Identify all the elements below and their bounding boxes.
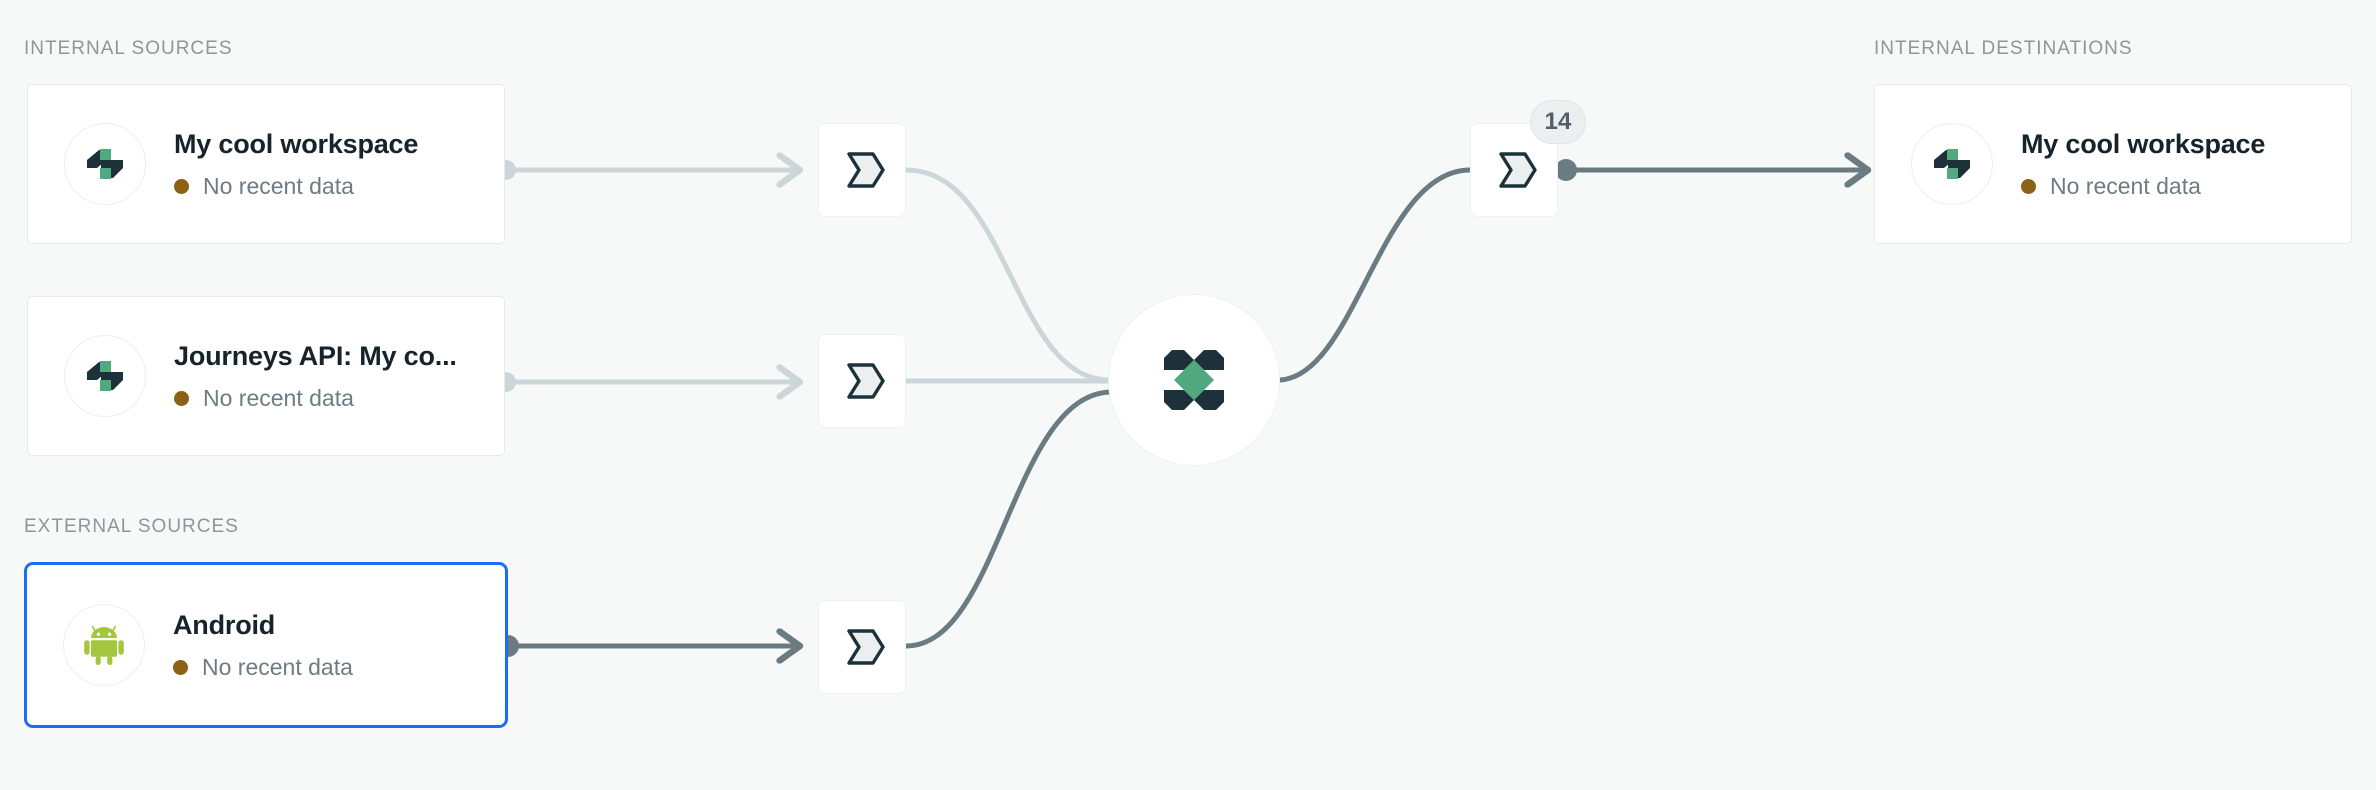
card-title: Journeys API: My co... [174,340,457,371]
hub-x-icon [1164,350,1224,410]
transform-node-bottom[interactable] [818,600,906,694]
card-text: My cool workspace No recent data [174,128,418,201]
section-label-external-sources: EXTERNAL SOURCES [24,516,239,537]
avatar [64,335,146,417]
status-dot [173,660,188,676]
card-text: Android No recent data [173,609,353,682]
status-dot [174,179,189,195]
workspace-logo-icon [87,361,123,391]
status-text: No recent data [202,654,353,681]
card-title: My cool workspace [2021,128,2266,159]
source-card-android[interactable]: Android No recent data [24,562,508,728]
status-text: No recent data [203,385,354,412]
section-label-internal-sources: INTERNAL SOURCES [24,38,233,59]
sigma-icon [847,629,885,665]
sigma-icon [847,363,885,399]
flow-canvas[interactable]: INTERNAL SOURCES EXTERNAL SOURCES INTERN… [0,0,2376,790]
destination-card-my-cool-workspace[interactable]: My cool workspace No recent data [1874,84,2352,244]
sigma-icon [847,152,885,188]
workspace-logo-icon [87,149,123,179]
status-text: No recent data [2050,173,2201,200]
avatar [64,123,146,205]
status-text: No recent data [203,173,354,200]
status-dot [2021,179,2036,195]
source-card-journeys-api[interactable]: Journeys API: My co... No recent data [27,296,505,456]
android-robot-icon [84,625,124,665]
card-status: No recent data [173,654,353,681]
status-dot [174,391,189,407]
avatar [1911,123,1993,205]
edge-transform-bottom-to-hub [903,389,1115,649]
card-text: My cool workspace No recent data [2021,128,2265,201]
sigma-icon [1499,152,1537,188]
transform-output-count-badge[interactable]: 14 [1530,100,1586,144]
avatar [63,604,145,686]
edge-source-dot [1555,159,1577,181]
card-title: My cool workspace [174,128,419,159]
section-label-internal-destinations: INTERNAL DESTINATIONS [1874,38,2133,59]
card-status: No recent data [174,385,457,412]
card-text: Journeys API: My co... No recent data [174,340,457,413]
edge-transform-top-to-hub [903,167,1113,383]
transform-node-top[interactable] [818,123,906,217]
transform-node-middle[interactable] [818,334,906,428]
edge-hub-to-transform-output [1277,167,1473,383]
workspace-logo-icon [1934,149,1970,179]
card-status: No recent data [2021,173,2265,200]
central-hub-node[interactable] [1108,294,1280,466]
source-card-my-cool-workspace[interactable]: My cool workspace No recent data [27,84,505,244]
card-status: No recent data [174,173,418,200]
card-title: Android [173,609,276,640]
